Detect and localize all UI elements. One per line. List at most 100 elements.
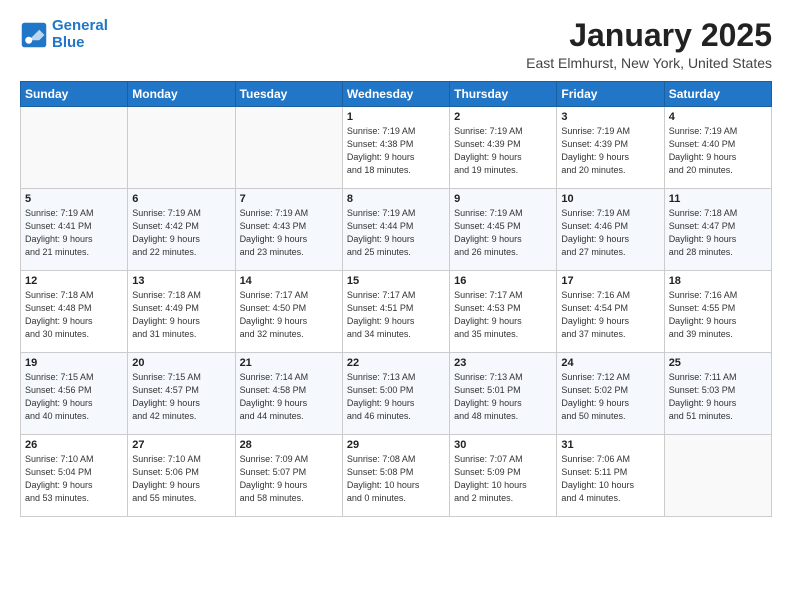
cell-content: Sunrise: 7:10 AM Sunset: 5:06 PM Dayligh… <box>132 453 230 505</box>
cell-content: Sunrise: 7:07 AM Sunset: 5:09 PM Dayligh… <box>454 453 552 505</box>
cell-content: Sunrise: 7:19 AM Sunset: 4:42 PM Dayligh… <box>132 207 230 259</box>
cell-content: Sunrise: 7:17 AM Sunset: 4:51 PM Dayligh… <box>347 289 445 341</box>
day-number: 23 <box>454 357 552 369</box>
calendar-cell: 25Sunrise: 7:11 AM Sunset: 5:03 PM Dayli… <box>664 353 771 435</box>
cell-content: Sunrise: 7:16 AM Sunset: 4:55 PM Dayligh… <box>669 289 767 341</box>
day-number: 1 <box>347 111 445 123</box>
page: General Blue January 2025 East Elmhurst,… <box>0 0 792 529</box>
day-number: 4 <box>669 111 767 123</box>
day-number: 22 <box>347 357 445 369</box>
calendar-cell: 9 Sunrise: 7:19 AM Sunset: 4:45 PM Daylig… <box>450 189 557 271</box>
day-number: 17 <box>561 275 659 287</box>
cell-content: Sunrise: 7:19 AM Sunset: 4:45 PM Dayligh… <box>454 207 552 259</box>
calendar-table: SundayMondayTuesdayWednesdayThursdayFrid… <box>20 81 772 517</box>
calendar-cell: 21 Sunrise: 7:14 AM Sunset: 4:58 PM Dayli… <box>235 353 342 435</box>
logo-icon <box>20 21 48 49</box>
cell-content: Sunrise: 7:15 AM Sunset: 4:57 PM Dayligh… <box>132 371 230 423</box>
calendar-cell: 28 Sunrise: 7:09 AM Sunset: 5:07 PM Dayli… <box>235 435 342 517</box>
cell-content: Sunrise: 7:19 AM Sunset: 4:44 PM Dayligh… <box>347 207 445 259</box>
header: General Blue January 2025 East Elmhurst,… <box>20 18 772 71</box>
weekday-header-thursday: Thursday <box>450 82 557 107</box>
calendar-cell: 29Sunrise: 7:08 AM Sunset: 5:08 PM Dayli… <box>342 435 449 517</box>
calendar-week-4: 19 Sunrise: 7:15 AM Sunset: 4:56 PM Dayli… <box>21 353 772 435</box>
title-block: January 2025 East Elmhurst, New York, Un… <box>526 18 772 71</box>
cell-content: Sunrise: 7:06 AM Sunset: 5:11 PM Dayligh… <box>561 453 659 505</box>
day-number: 31 <box>561 439 659 451</box>
calendar-cell: 7 Sunrise: 7:19 AM Sunset: 4:43 PM Daylig… <box>235 189 342 271</box>
calendar-cell <box>664 435 771 517</box>
cell-content: Sunrise: 7:19 AM Sunset: 4:39 PM Dayligh… <box>454 125 552 177</box>
calendar-cell: 13 Sunrise: 7:18 AM Sunset: 4:49 PM Dayli… <box>128 271 235 353</box>
cell-content: Sunrise: 7:09 AM Sunset: 5:07 PM Dayligh… <box>240 453 338 505</box>
cell-content: Sunrise: 7:14 AM Sunset: 4:58 PM Dayligh… <box>240 371 338 423</box>
weekday-header-wednesday: Wednesday <box>342 82 449 107</box>
day-number: 2 <box>454 111 552 123</box>
day-number: 16 <box>454 275 552 287</box>
day-number: 6 <box>132 193 230 205</box>
calendar-cell: 8 Sunrise: 7:19 AM Sunset: 4:44 PM Daylig… <box>342 189 449 271</box>
calendar-cell: 19 Sunrise: 7:15 AM Sunset: 4:56 PM Dayli… <box>21 353 128 435</box>
day-number: 19 <box>25 357 123 369</box>
day-number: 3 <box>561 111 659 123</box>
day-number: 5 <box>25 193 123 205</box>
calendar-cell: 22 Sunrise: 7:13 AM Sunset: 5:00 PM Dayli… <box>342 353 449 435</box>
cell-content: Sunrise: 7:08 AM Sunset: 5:08 PM Dayligh… <box>347 453 445 505</box>
day-number: 25 <box>669 357 767 369</box>
cell-content: Sunrise: 7:13 AM Sunset: 5:01 PM Dayligh… <box>454 371 552 423</box>
weekday-header-friday: Friday <box>557 82 664 107</box>
cell-content: Sunrise: 7:13 AM Sunset: 5:00 PM Dayligh… <box>347 371 445 423</box>
month-title: January 2025 <box>526 18 772 53</box>
cell-content: Sunrise: 7:18 AM Sunset: 4:47 PM Dayligh… <box>669 207 767 259</box>
calendar-body: 1 Sunrise: 7:19 AM Sunset: 4:38 PM Daylig… <box>21 107 772 517</box>
day-number: 28 <box>240 439 338 451</box>
day-number: 10 <box>561 193 659 205</box>
calendar-cell: 12 Sunrise: 7:18 AM Sunset: 4:48 PM Dayli… <box>21 271 128 353</box>
location-title: East Elmhurst, New York, United States <box>526 55 772 71</box>
cell-content: Sunrise: 7:19 AM Sunset: 4:41 PM Dayligh… <box>25 207 123 259</box>
calendar-week-1: 1 Sunrise: 7:19 AM Sunset: 4:38 PM Daylig… <box>21 107 772 189</box>
day-number: 24 <box>561 357 659 369</box>
day-number: 7 <box>240 193 338 205</box>
cell-content: Sunrise: 7:15 AM Sunset: 4:56 PM Dayligh… <box>25 371 123 423</box>
cell-content: Sunrise: 7:19 AM Sunset: 4:46 PM Dayligh… <box>561 207 659 259</box>
calendar-cell: 11 Sunrise: 7:18 AM Sunset: 4:47 PM Dayli… <box>664 189 771 271</box>
weekday-header-row: SundayMondayTuesdayWednesdayThursdayFrid… <box>21 82 772 107</box>
calendar-cell: 31 Sunrise: 7:06 AM Sunset: 5:11 PM Dayli… <box>557 435 664 517</box>
calendar-cell: 16Sunrise: 7:17 AM Sunset: 4:53 PM Dayli… <box>450 271 557 353</box>
cell-content: Sunrise: 7:10 AM Sunset: 5:04 PM Dayligh… <box>25 453 123 505</box>
cell-content: Sunrise: 7:18 AM Sunset: 4:49 PM Dayligh… <box>132 289 230 341</box>
day-number: 15 <box>347 275 445 287</box>
cell-content: Sunrise: 7:16 AM Sunset: 4:54 PM Dayligh… <box>561 289 659 341</box>
calendar-cell: 20Sunrise: 7:15 AM Sunset: 4:57 PM Dayli… <box>128 353 235 435</box>
calendar-cell: 18Sunrise: 7:16 AM Sunset: 4:55 PM Dayli… <box>664 271 771 353</box>
weekday-header-monday: Monday <box>128 82 235 107</box>
calendar-cell: 17 Sunrise: 7:16 AM Sunset: 4:54 PM Dayli… <box>557 271 664 353</box>
day-number: 13 <box>132 275 230 287</box>
logo-general: General <box>52 17 108 34</box>
day-number: 12 <box>25 275 123 287</box>
day-number: 8 <box>347 193 445 205</box>
calendar-cell <box>21 107 128 189</box>
calendar-cell: 6 Sunrise: 7:19 AM Sunset: 4:42 PM Daylig… <box>128 189 235 271</box>
calendar-cell: 27Sunrise: 7:10 AM Sunset: 5:06 PM Dayli… <box>128 435 235 517</box>
day-number: 14 <box>240 275 338 287</box>
calendar-week-2: 5 Sunrise: 7:19 AM Sunset: 4:41 PM Daylig… <box>21 189 772 271</box>
day-number: 11 <box>669 193 767 205</box>
day-number: 21 <box>240 357 338 369</box>
weekday-header-tuesday: Tuesday <box>235 82 342 107</box>
cell-content: Sunrise: 7:19 AM Sunset: 4:40 PM Dayligh… <box>669 125 767 177</box>
calendar-cell: 3Sunrise: 7:19 AM Sunset: 4:39 PM Daylig… <box>557 107 664 189</box>
day-number: 9 <box>454 193 552 205</box>
day-number: 26 <box>25 439 123 451</box>
cell-content: Sunrise: 7:19 AM Sunset: 4:43 PM Dayligh… <box>240 207 338 259</box>
logo-blue: Blue <box>52 34 85 51</box>
calendar-cell: 1 Sunrise: 7:19 AM Sunset: 4:38 PM Daylig… <box>342 107 449 189</box>
day-number: 30 <box>454 439 552 451</box>
calendar-cell: 24Sunrise: 7:12 AM Sunset: 5:02 PM Dayli… <box>557 353 664 435</box>
calendar-cell <box>235 107 342 189</box>
calendar-cell: 2 Sunrise: 7:19 AM Sunset: 4:39 PM Daylig… <box>450 107 557 189</box>
cell-content: Sunrise: 7:19 AM Sunset: 4:38 PM Dayligh… <box>347 125 445 177</box>
cell-content: Sunrise: 7:18 AM Sunset: 4:48 PM Dayligh… <box>25 289 123 341</box>
logo: General Blue <box>20 18 108 51</box>
calendar-cell: 4 Sunrise: 7:19 AM Sunset: 4:40 PM Daylig… <box>664 107 771 189</box>
